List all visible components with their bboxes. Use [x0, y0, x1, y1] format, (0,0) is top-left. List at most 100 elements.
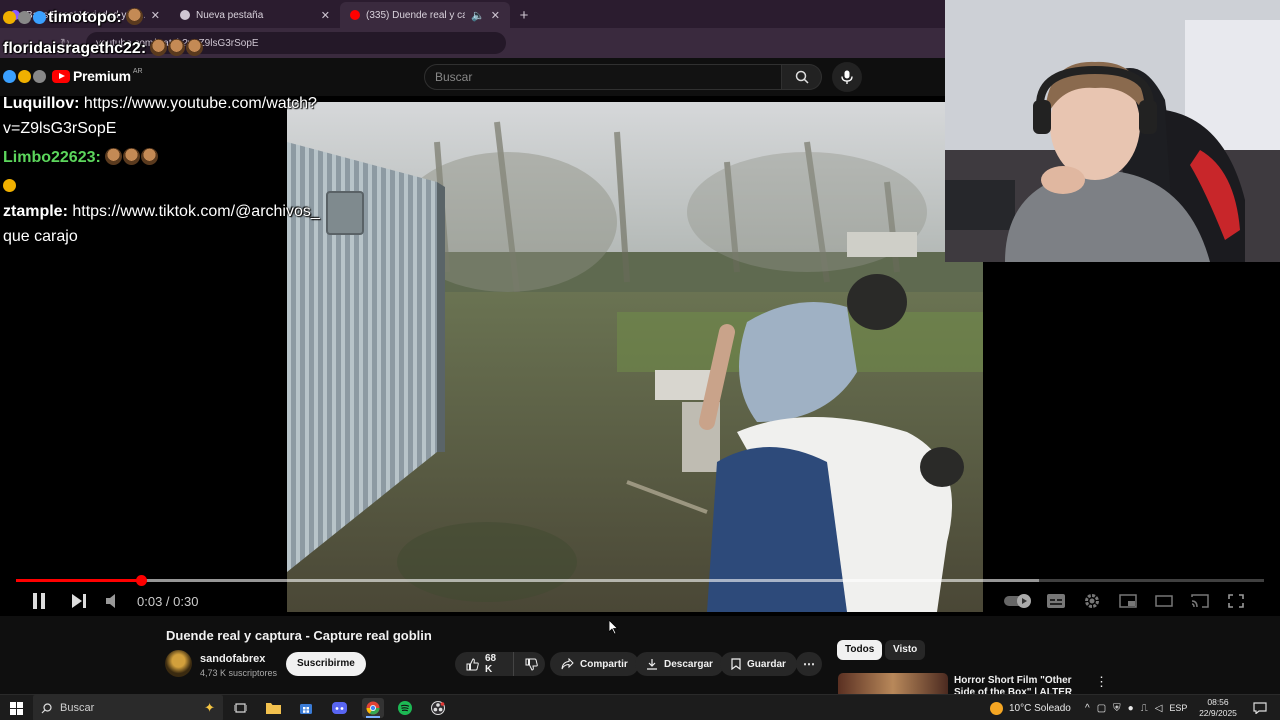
recommendation-thumbnail[interactable]	[838, 673, 948, 694]
share-label: Compartir	[580, 658, 628, 670]
forward-icon[interactable]: →	[34, 36, 48, 50]
browser-tab-strip: Bass Boost Variedad y Cli... ✕ Nueva pes…	[0, 0, 945, 28]
back-icon[interactable]: ←	[10, 36, 24, 50]
tray-shield-icon[interactable]: ⛨	[1113, 703, 1121, 714]
chrome-button[interactable]	[362, 698, 384, 718]
channel-name[interactable]: sandofabrex	[200, 653, 265, 665]
youtube-premium-logo[interactable]: Premium AR	[52, 68, 143, 84]
language-indicator[interactable]: ESP	[1169, 703, 1187, 713]
player-controls: 0:03 / 0:30	[0, 586, 1280, 616]
progress-bar[interactable]	[16, 575, 1264, 586]
spotify-icon	[398, 701, 412, 715]
cast-button[interactable]	[1189, 590, 1211, 612]
address-bar[interactable]: youtube.com/watch?v=Z9lsG3rSopE	[86, 32, 506, 54]
more-actions-button[interactable]: ⋯	[796, 652, 822, 676]
subtitles-button[interactable]	[1045, 590, 1067, 612]
channel-avatar[interactable]	[165, 650, 192, 677]
next-button[interactable]	[68, 590, 90, 612]
spotify-button[interactable]	[394, 698, 416, 718]
video-title: Duende real y captura - Capture real gob…	[166, 628, 432, 643]
new-tab-button[interactable]: +	[510, 2, 538, 28]
obs-button[interactable]	[427, 698, 449, 718]
reload-icon[interactable]: ↻	[58, 36, 72, 50]
download-icon	[647, 659, 657, 670]
taskbar-search-placeholder: Buscar	[60, 702, 95, 714]
thumbs-down-icon	[525, 658, 538, 671]
start-button[interactable]	[5, 698, 27, 718]
windows-logo-icon	[9, 701, 23, 715]
tab-label: Nueva pestaña	[196, 9, 264, 21]
tab-label: Bass Boost Variedad y Cli...	[26, 9, 145, 21]
task-view-button[interactable]	[229, 698, 251, 718]
chip-visto[interactable]: Visto	[885, 640, 926, 660]
discord-button[interactable]	[328, 698, 350, 718]
search-input[interactable]: Buscar	[424, 64, 782, 90]
dislike-button[interactable]	[513, 652, 545, 676]
pause-icon	[33, 593, 45, 609]
chrome-icon	[366, 701, 380, 715]
progress-scrubber[interactable]	[135, 575, 147, 586]
logo-text: Premium	[73, 68, 131, 84]
progress-played	[16, 579, 141, 582]
subscriber-count: 4,73 K suscriptores	[200, 668, 278, 678]
autoplay-toggle[interactable]	[1004, 590, 1034, 612]
settings-button[interactable]	[1081, 590, 1103, 612]
thumbs-up-icon	[466, 657, 479, 670]
more-icon: ⋯	[803, 657, 815, 671]
copilot-sparkle-icon: ✦	[204, 700, 215, 715]
youtube-favicon-icon	[350, 10, 360, 20]
webcam-image	[945, 0, 1280, 262]
region-label: AR	[132, 67, 143, 75]
subscribe-button[interactable]: Suscribirme	[286, 652, 366, 676]
save-button[interactable]: Guardar	[720, 652, 797, 676]
clock-time: 08:56	[1207, 697, 1229, 707]
tab-close-icon[interactable]: ✕	[151, 9, 160, 22]
like-button[interactable]: 68 K	[455, 652, 513, 676]
autoplay-icon	[1004, 594, 1031, 608]
taskbar-search[interactable]: Buscar ✦	[33, 695, 223, 720]
tab-close-icon[interactable]: ✕	[321, 9, 330, 22]
miniplayer-button[interactable]	[1117, 590, 1139, 612]
tab-bass-boost[interactable]: Bass Boost Variedad y Cli... ✕	[0, 2, 170, 28]
tab-close-icon[interactable]: ✕	[491, 9, 500, 22]
microphone-tray-icon[interactable]: ●	[1128, 703, 1134, 714]
search-icon	[795, 70, 809, 84]
recommendation-menu-icon[interactable]: ⋮	[1095, 674, 1108, 690]
obs-icon	[431, 701, 445, 715]
store-icon	[300, 704, 312, 714]
folder-icon	[265, 703, 281, 714]
notifications-button[interactable]	[1249, 698, 1271, 718]
recommendation-title[interactable]: Horror Short Film "Other Side of the Box…	[954, 675, 1094, 694]
chip-todos[interactable]: Todos	[837, 640, 883, 660]
theater-mode-button[interactable]	[1153, 590, 1175, 612]
tray-overflow-icon[interactable]: ^	[1085, 703, 1090, 714]
share-button[interactable]: Compartir	[550, 652, 639, 676]
network-icon[interactable]: ⎍	[1141, 703, 1148, 714]
save-label: Guardar	[747, 658, 786, 670]
volume-button[interactable]	[102, 590, 124, 612]
taskbar-clock[interactable]: 08:56 22/9/2025	[1198, 697, 1238, 719]
tab-new-tab[interactable]: Nueva pestaña ✕	[170, 2, 340, 28]
tab-youtube[interactable]: (335) Duende real y captura 🔈 ✕	[340, 2, 510, 28]
video-scene-image	[287, 102, 983, 612]
pause-button[interactable]	[28, 590, 50, 612]
speaker-icon[interactable]: 🔈	[471, 9, 485, 22]
time-separator: /	[162, 594, 174, 609]
time-display: 0:03 / 0:30	[137, 594, 198, 609]
gear-icon	[1085, 594, 1099, 608]
share-icon	[561, 658, 574, 670]
tray-app-icon[interactable]: ▢	[1097, 703, 1106, 714]
volume-icon	[106, 594, 115, 608]
voice-search-button[interactable]	[832, 62, 862, 92]
theater-icon	[1155, 595, 1173, 607]
store-button[interactable]	[295, 698, 317, 718]
video-frame[interactable]	[287, 102, 983, 612]
file-explorer-button[interactable]	[262, 698, 284, 718]
volume-tray-icon[interactable]: ◁	[1155, 703, 1163, 714]
weather-widget[interactable]: 10°C Soleado	[990, 695, 1071, 720]
next-icon	[72, 594, 86, 608]
globe-icon	[180, 10, 190, 20]
download-button[interactable]: Descargar	[635, 652, 724, 676]
search-button[interactable]	[782, 64, 822, 90]
fullscreen-button[interactable]	[1225, 590, 1247, 612]
